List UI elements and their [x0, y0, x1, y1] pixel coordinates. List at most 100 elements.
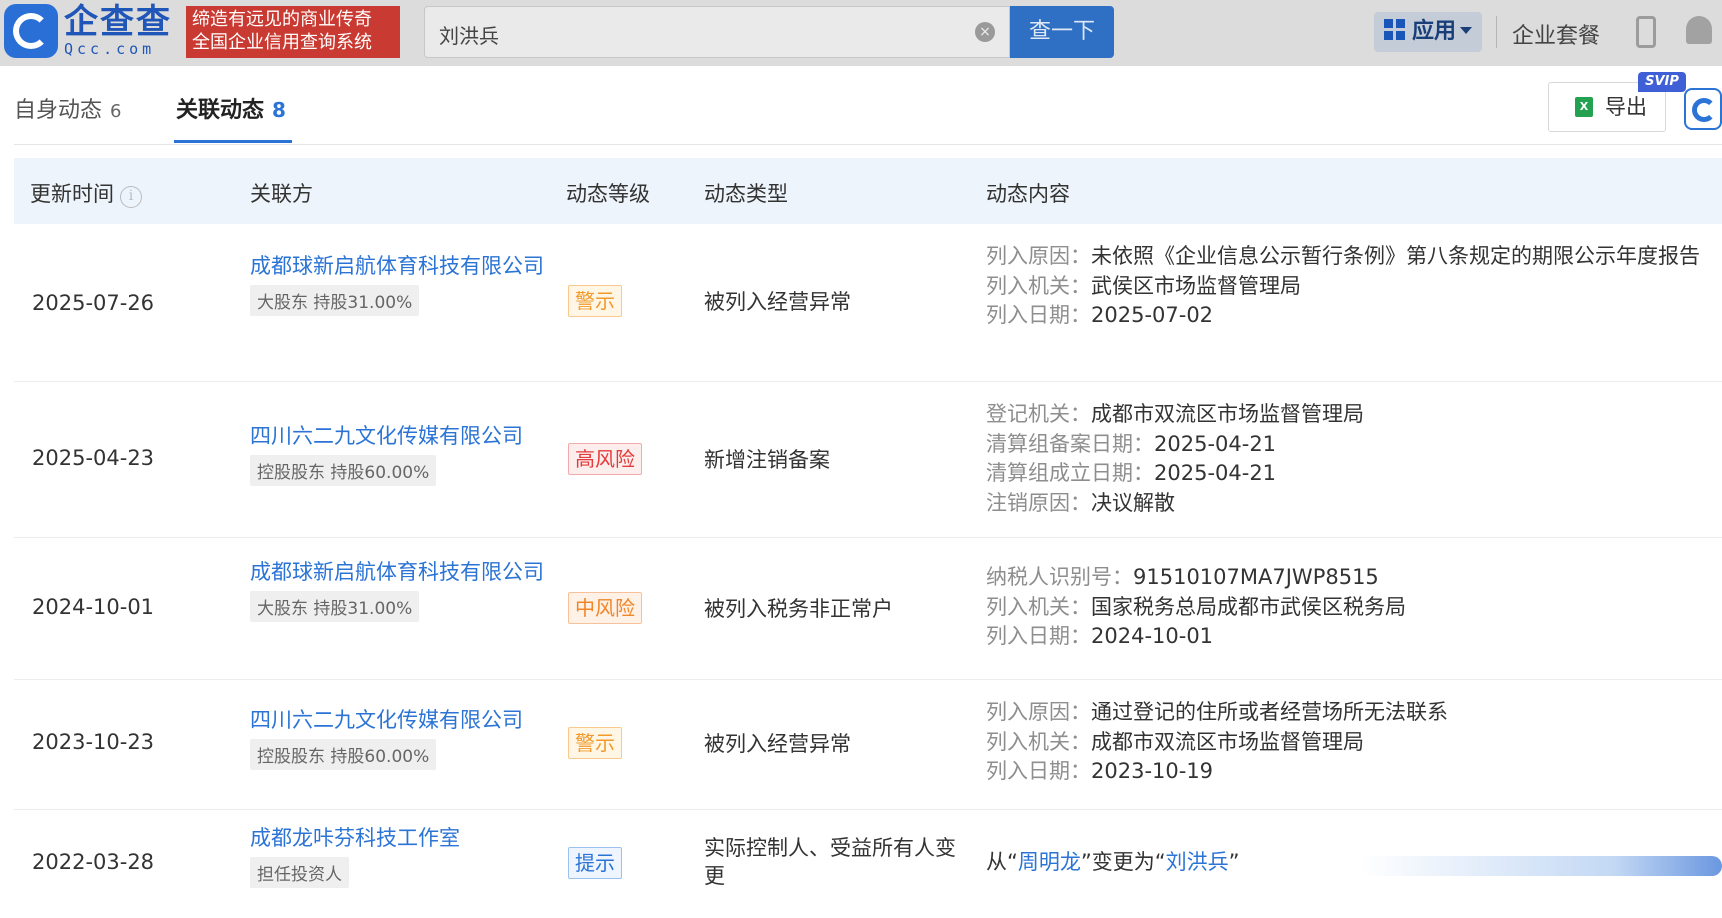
table-row: 2025-07-26 成都球新启航体育科技有限公司 大股东 持股31.00% 警… — [14, 224, 1722, 382]
tab-bar: 自身动态 6 关联动态 8 X 导出 SVIP — [0, 66, 1722, 146]
slogan-banner: 缔造有远见的商业传奇 全国企业信用查询系统 — [186, 6, 400, 58]
svip-badge: SVIP — [1638, 72, 1686, 92]
related-party: 成都龙咔芬科技工作室 担任投资人 — [250, 824, 556, 888]
package-link[interactable]: 企业套餐 — [1512, 18, 1600, 50]
tab-self-updates[interactable]: 自身动态 6 — [14, 92, 121, 124]
content-value: 2025-07-02 — [1091, 303, 1214, 327]
content-label: 清算组备案日期： — [986, 431, 1154, 456]
content-line: 列入机关：武侯区市场监督管理局 — [986, 272, 1706, 302]
party-role-tag: 大股东 持股31.00% — [250, 591, 420, 622]
tab-count: 6 — [110, 101, 122, 122]
export-label: 导出 — [1605, 95, 1647, 119]
decorative-glow — [1360, 856, 1722, 876]
change-to-link[interactable]: 刘洪兵 — [1166, 850, 1229, 874]
change-middle: ”变更为“ — [1080, 850, 1166, 874]
content-label: 清算组成立日期： — [986, 461, 1154, 485]
party-role-tag: 控股股东 持股60.00% — [250, 455, 437, 486]
content-line: 纳税人识别号：91510107MA7JWP8515 — [986, 563, 1706, 593]
level-badge-high-risk: 高风险 — [568, 443, 642, 475]
info-icon[interactable]: i — [120, 186, 142, 208]
content-label: 列入机关： — [986, 729, 1091, 754]
table-row: 2025-04-23 四川六二九文化传媒有限公司 控股股东 持股60.00% 高… — [14, 382, 1722, 538]
bell-icon[interactable] — [1686, 16, 1712, 44]
update-date: 2024-10-01 — [32, 595, 155, 619]
level-badge-medium-risk: 中风险 — [568, 592, 642, 624]
content-label: 纳税人识别号： — [986, 565, 1133, 589]
content-line: 注销原因：决议解散 — [986, 489, 1706, 519]
app-grid-icon — [1384, 19, 1406, 41]
brand[interactable]: 企查查 Qcc.com — [64, 2, 172, 57]
column-header-update-time: 更新时间 i — [30, 178, 142, 208]
header-divider — [1496, 16, 1497, 48]
update-content: 列入原因：未依照《企业信息公示暂行条例》第八条规定的期限公示年度报告 列入机关：… — [986, 242, 1706, 331]
column-header-party: 关联方 — [250, 182, 313, 206]
tab-label: 关联动态 — [176, 98, 265, 123]
party-link[interactable]: 成都球新启航体育科技有限公司 — [250, 558, 556, 587]
content-value: 91510107MA7JWP8515 — [1133, 565, 1379, 589]
content-value: 2025-04-21 — [1154, 431, 1277, 456]
column-header-content: 动态内容 — [986, 182, 1070, 206]
related-party: 四川六二九文化传媒有限公司 控股股东 持股60.00% — [250, 422, 556, 486]
related-party: 成都球新启航体育科技有限公司 大股东 持股31.00% — [250, 558, 556, 622]
content-value: 未依照《企业信息公示暂行条例》第八条规定的期限公示年度报告 — [1091, 244, 1700, 268]
content-label: 列入原因： — [986, 700, 1091, 724]
search-input[interactable]: 刘洪兵 × — [424, 6, 1010, 58]
related-party: 成都球新启航体育科技有限公司 大股东 持股31.00% — [250, 252, 556, 316]
brand-name: 企查查 — [64, 2, 172, 42]
content-value: 武侯区市场监督管理局 — [1091, 273, 1301, 298]
content-line: 列入日期：2025-07-02 — [986, 301, 1706, 331]
search-button[interactable]: 查一下 — [1010, 6, 1114, 58]
party-link[interactable]: 成都球新启航体育科技有限公司 — [250, 252, 556, 281]
content-value: 成都市双流区市场监督管理局 — [1091, 729, 1364, 754]
update-type: 实际控制人、受益所有人变更 — [704, 836, 956, 888]
content-line: 列入原因：未依照《企业信息公示暂行条例》第八条规定的期限公示年度报告 — [986, 242, 1706, 272]
update-content: 列入原因：通过登记的住所或者经营场所无法联系 列入机关：成都市双流区市场监督管理… — [986, 698, 1706, 787]
qcc-side-icon[interactable] — [1684, 88, 1722, 130]
qcc-logo-icon[interactable] — [4, 4, 58, 58]
level-badge-warning: 警示 — [568, 727, 622, 759]
content-label: 列入机关： — [986, 594, 1091, 619]
search-value: 刘洪兵 — [439, 24, 499, 48]
column-header-type: 动态类型 — [704, 182, 788, 206]
related-party: 四川六二九文化传媒有限公司 控股股东 持股60.00% — [250, 706, 556, 770]
active-tab-indicator — [174, 140, 292, 143]
content-value: 决议解散 — [1091, 490, 1175, 515]
tab-bar-divider — [14, 144, 1722, 145]
update-date: 2025-04-23 — [32, 446, 155, 470]
content-line: 清算组成立日期：2025-04-21 — [986, 459, 1706, 489]
content-value: 国家税务总局成都市武侯区税务局 — [1091, 594, 1406, 619]
party-role-tag: 担任投资人 — [250, 857, 349, 888]
change-prefix: 从“ — [986, 850, 1018, 874]
table-row: 2024-10-01 成都球新启航体育科技有限公司 大股东 持股31.00% 中… — [14, 538, 1722, 680]
change-suffix: ” — [1228, 850, 1240, 874]
change-from-link[interactable]: 周明龙 — [1018, 850, 1081, 874]
content-value: 2025-04-21 — [1154, 461, 1277, 485]
content-label: 列入机关： — [986, 273, 1091, 298]
party-link[interactable]: 成都龙咔芬科技工作室 — [250, 824, 556, 853]
content-label: 登记机关： — [986, 402, 1091, 426]
content-label: 列入日期： — [986, 624, 1091, 648]
table-header: 更新时间 i 关联方 动态等级 动态类型 动态内容 — [14, 158, 1722, 224]
content-value: 2023-10-19 — [1091, 759, 1214, 783]
party-link[interactable]: 四川六二九文化传媒有限公司 — [250, 706, 556, 735]
table-row: 2023-10-23 四川六二九文化传媒有限公司 控股股东 持股60.00% 警… — [14, 680, 1722, 810]
mobile-icon[interactable] — [1636, 16, 1656, 48]
tab-related-updates[interactable]: 关联动态 8 — [176, 92, 286, 124]
update-date: 2025-07-26 — [32, 291, 155, 315]
update-type: 被列入经营异常 — [704, 732, 851, 756]
slogan-line-1: 缔造有远见的商业传奇 — [192, 9, 372, 30]
top-header: 企查查 Qcc.com 缔造有远见的商业传奇 全国企业信用查询系统 刘洪兵 × … — [0, 0, 1722, 66]
update-date: 2023-10-23 — [32, 730, 155, 754]
chevron-down-icon — [1460, 27, 1473, 34]
clear-icon[interactable]: × — [975, 22, 995, 42]
update-content: 纳税人识别号：91510107MA7JWP8515 列入机关：国家税务总局成都市… — [986, 563, 1706, 652]
party-link[interactable]: 四川六二九文化传媒有限公司 — [250, 422, 556, 451]
app-menu-label: 应用 — [1412, 19, 1457, 44]
content-line: 列入原因：通过登记的住所或者经营场所无法联系 — [986, 698, 1706, 728]
party-role-tag: 控股股东 持股60.00% — [250, 739, 437, 770]
content-line: 列入机关：成都市双流区市场监督管理局 — [986, 728, 1706, 758]
update-content: 登记机关：成都市双流区市场监督管理局 清算组备案日期：2025-04-21 清算… — [986, 400, 1706, 518]
app-menu-button[interactable]: 应用 — [1374, 12, 1482, 52]
party-role-tag: 大股东 持股31.00% — [250, 285, 420, 316]
content-label: 注销原因： — [986, 490, 1091, 515]
